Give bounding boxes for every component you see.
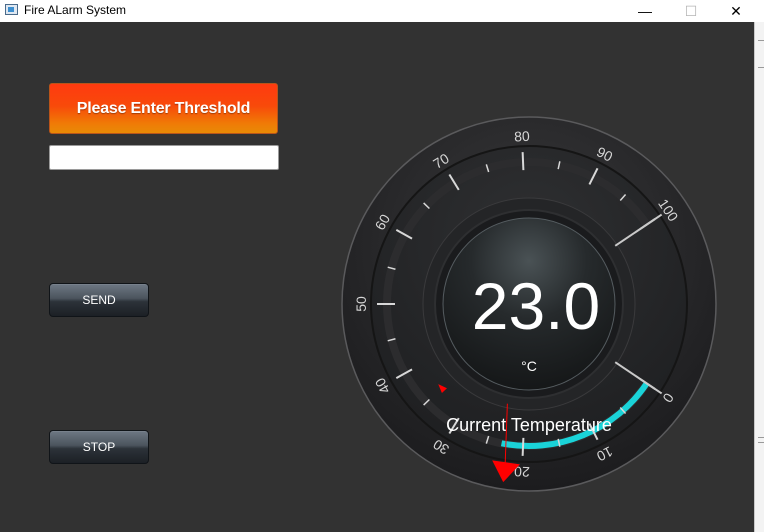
stop-button[interactable]: STOP	[49, 430, 149, 464]
title-bar: Fire ALarm System — ☐ ✕	[0, 0, 764, 22]
maximize-button[interactable]: ☐	[668, 0, 714, 22]
window-title: Fire ALarm System	[24, 3, 127, 17]
send-button[interactable]: SEND	[49, 283, 149, 317]
gauge-major-tick	[521, 152, 525, 171]
gauge-tick-label: 80	[514, 128, 530, 145]
minimize-button[interactable]: —	[622, 0, 668, 22]
threshold-input[interactable]	[49, 145, 279, 170]
gauge-caption: Current Temperature	[446, 415, 612, 435]
app-icon	[5, 4, 18, 15]
gauge-major-tick	[521, 437, 525, 456]
temperature-gauge: 0102030405060708090100 23.0 °C Current T…	[341, 116, 717, 492]
threshold-label-banner: Please Enter Threshold	[49, 83, 278, 134]
close-button[interactable]: ✕	[713, 0, 759, 22]
gauge-tick-label: 50	[353, 296, 369, 312]
gauge-unit: °C	[521, 358, 537, 374]
gauge-value: 23.0	[472, 269, 600, 343]
background-window-edge	[754, 22, 764, 532]
